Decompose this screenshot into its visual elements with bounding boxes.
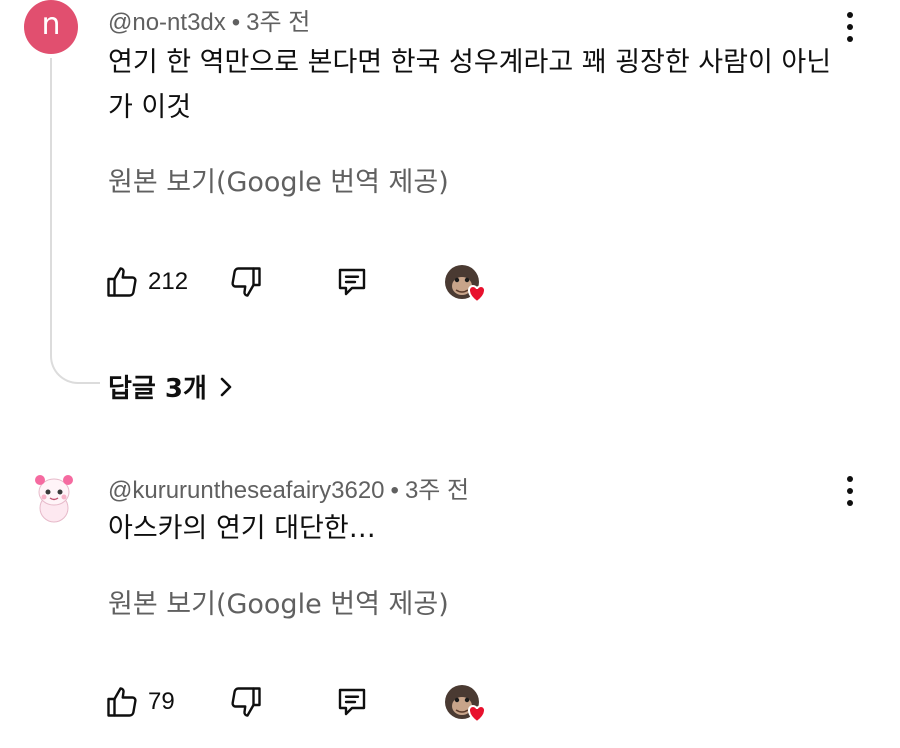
meta-separator: • [231,9,241,36]
comment-meta: @no-nt3dx • 3주 전 [108,2,310,37]
thumb-down-icon[interactable] [228,264,264,300]
author-handle[interactable]: @kururuntheseafairy3620 [108,477,385,504]
comment-text: 연기 한 역만으로 본다면 한국 성우계라고 꽤 굉장한 사람이 아닌가 이것 [108,47,832,123]
meta-separator: • [390,477,399,504]
comment-actions: 79 [104,682,524,726]
see-original-link[interactable]: 원본 보기(Google 번역 제공) [108,582,449,621]
comment-reply-icon[interactable] [334,264,370,300]
creator-heart-icon [445,685,486,724]
avatar[interactable] [30,470,78,526]
view-replies-button[interactable]: 답글 3개 [108,368,235,405]
more-vert-icon[interactable] [840,12,860,42]
replies-count-label: 답글 3개 [108,374,207,404]
like-count: 212 [148,268,189,295]
comment-reply-icon[interactable] [334,684,370,720]
comment-time[interactable]: 3주 전 [246,9,310,36]
thumb-up-icon[interactable] [104,684,140,720]
creator-heart-icon [445,265,486,304]
thumb-down-icon[interactable] [228,684,264,720]
author-handle[interactable]: @no-nt3dx [108,9,226,36]
comment-thread: @kururuntheseafairy3620 • 3주 전 아스카의 연기 대단한… [0,440,900,748]
comment-actions: 212 [104,262,524,306]
see-original-link[interactable]: 원본 보기(Google 번역 제공) [108,160,449,199]
avatar[interactable]: n [24,0,78,54]
comment-meta: @kururuntheseafairy3620 • 3주 전 [108,470,469,505]
thumb-up-icon[interactable] [104,264,140,300]
more-vert-icon[interactable] [840,476,860,506]
chevron-right-icon [220,377,232,396]
comment-thread: n @no-nt3dx • 3주 전 연기 한 역만으로 본다면 한국 성우계라고 … [0,0,900,440]
comment-time[interactable]: 3주 전 [405,477,469,504]
like-count: 79 [148,688,175,715]
thread-connector-line [50,58,100,384]
comment-text: 아스카의 연기 대단한… [108,513,376,544]
